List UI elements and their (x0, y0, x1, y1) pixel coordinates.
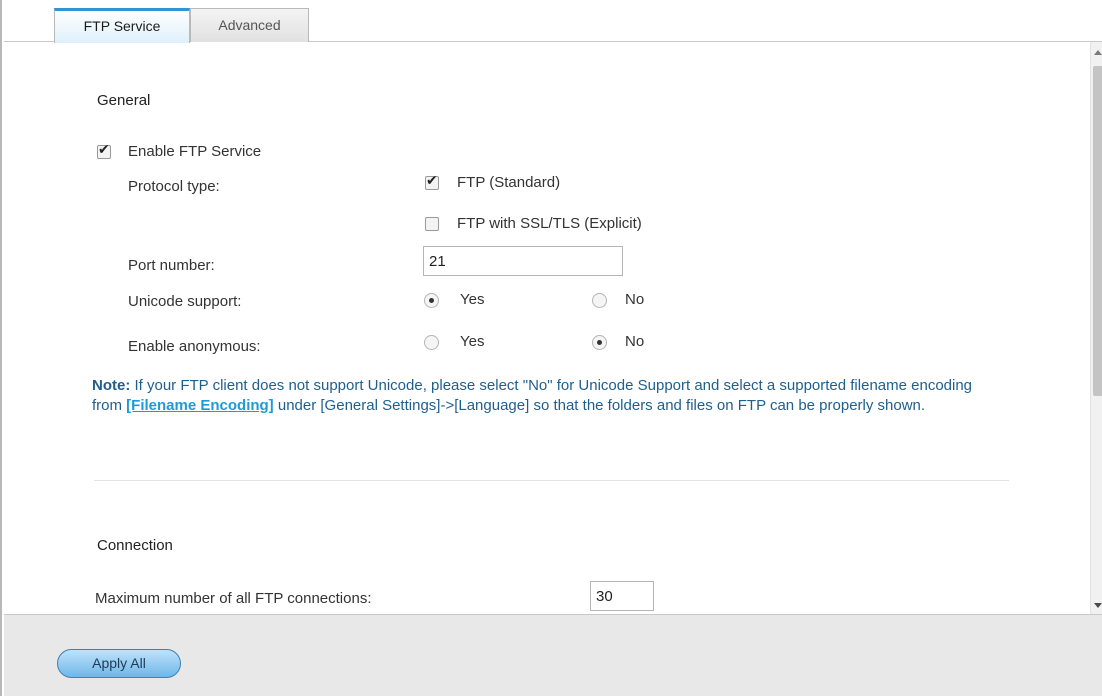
anonymous-no-radio[interactable] (592, 335, 607, 350)
note-prefix: Note: (92, 377, 131, 394)
general-section-title: General (97, 92, 151, 109)
filename-encoding-link[interactable]: [Filename Encoding] (126, 397, 274, 414)
vertical-scrollbar[interactable] (1090, 42, 1102, 614)
enable-ftp-label: Enable FTP Service (128, 143, 262, 160)
anonymous-yes-label: Yes (460, 333, 485, 350)
unicode-no-radio[interactable] (592, 293, 607, 308)
ftp-standard-label: FTP (Standard) (457, 174, 561, 191)
scroll-up-arrow-icon[interactable] (1094, 50, 1102, 55)
ftp-standard-checkbox[interactable] (425, 173, 439, 190)
protocol-type-label: Protocol type: (128, 178, 220, 195)
unicode-note: Note: If your FTP client does not suppor… (92, 376, 1002, 416)
section-divider (94, 480, 1009, 481)
scroll-down-arrow-icon[interactable] (1094, 603, 1102, 608)
ftp-settings-window: FTP Service Advanced General Enable FTP … (0, 0, 1102, 696)
port-number-label: Port number: (128, 257, 215, 274)
connection-section-title: Connection (97, 537, 173, 554)
scroll-thumb[interactable] (1093, 66, 1102, 396)
tab-bar: FTP Service Advanced (4, 0, 1102, 43)
enable-anonymous-label: Enable anonymous: (128, 338, 261, 355)
unicode-support-label: Unicode support: (128, 293, 242, 310)
settings-content: General Enable FTP Service Protocol type… (4, 42, 1089, 614)
tab-ftp-service[interactable]: FTP Service (54, 8, 190, 43)
ftp-ssl-tls-label: FTP with SSL/TLS (Explicit) (457, 215, 642, 232)
unicode-no-label: No (625, 291, 645, 308)
apply-all-button[interactable]: Apply All (57, 649, 181, 678)
anonymous-no-label: No (625, 333, 645, 350)
ftp-ssl-tls-checkbox[interactable] (425, 217, 439, 231)
footer-bar: Apply All (4, 614, 1102, 696)
max-connections-label: Maximum number of all FTP connections: (95, 590, 372, 607)
port-number-input[interactable] (423, 246, 623, 276)
max-connections-input[interactable] (590, 581, 654, 611)
note-text-2: under [General Settings]->[Language] so … (273, 397, 926, 414)
anonymous-yes-radio[interactable] (424, 335, 439, 350)
enable-ftp-checkbox[interactable] (97, 142, 111, 159)
unicode-yes-label: Yes (460, 291, 485, 308)
unicode-yes-radio[interactable] (424, 293, 439, 308)
tab-advanced[interactable]: Advanced (190, 8, 309, 42)
